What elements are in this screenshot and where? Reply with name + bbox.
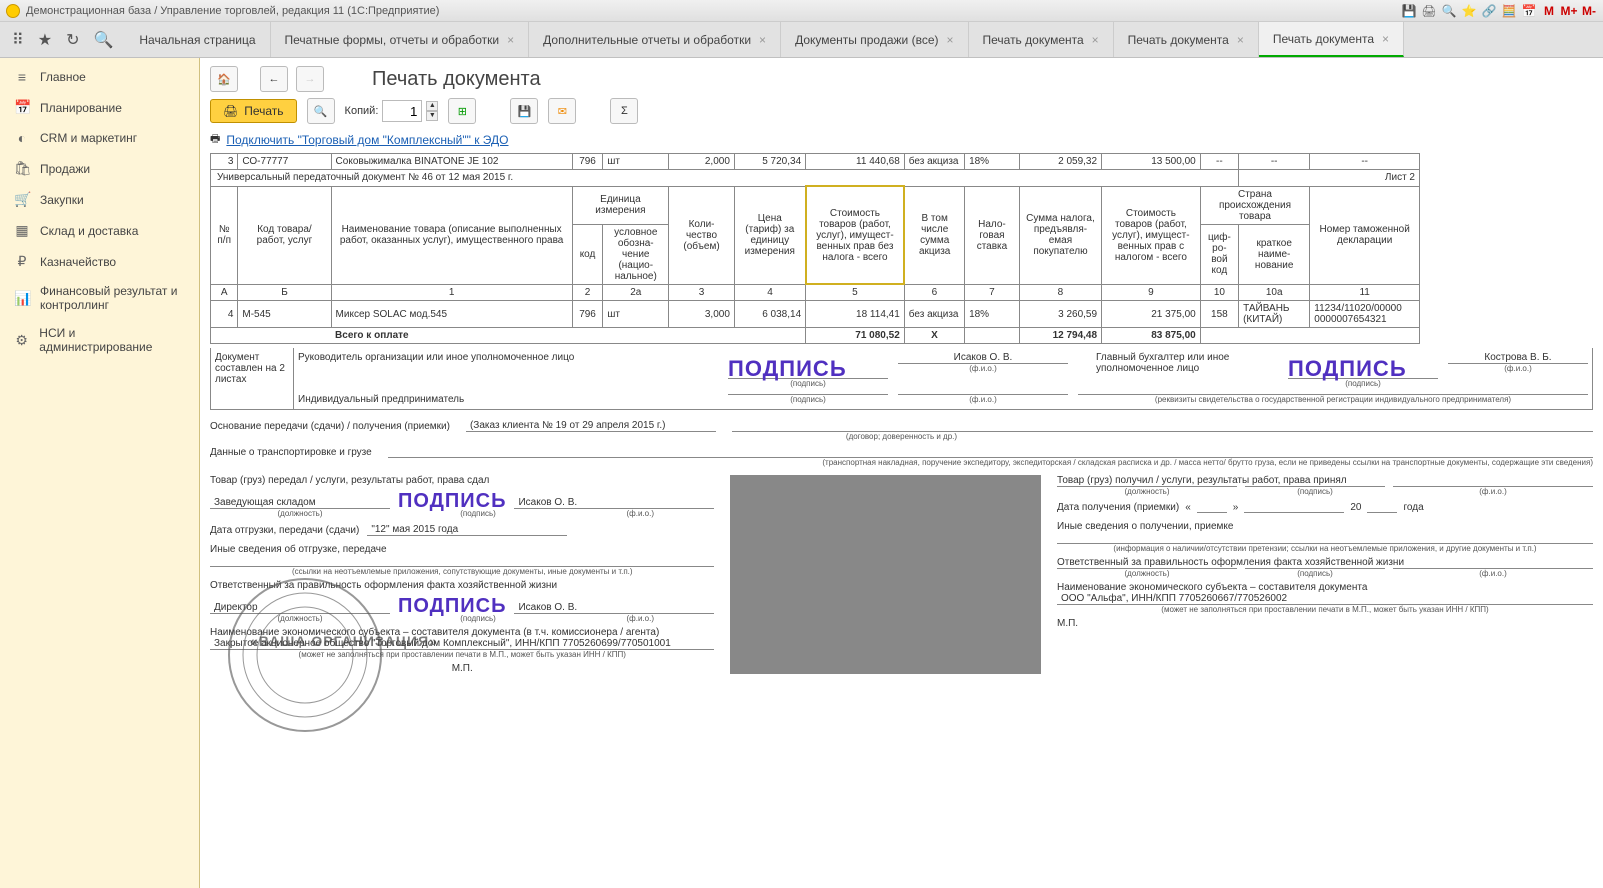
- close-icon[interactable]: ×: [507, 33, 514, 47]
- sidebar-item-admin[interactable]: ⚙НСИ и администрирование: [0, 319, 199, 361]
- m-icon[interactable]: M: [1541, 3, 1557, 19]
- page-title: Печать документа: [372, 68, 541, 91]
- copies-label: Копий:: [345, 105, 379, 117]
- sidebar: ≡Главное 📅Планирование ◐CRM и маркетинг …: [0, 58, 200, 888]
- forward-button[interactable]: →: [296, 66, 324, 92]
- print-quick-icon[interactable]: 🖨: [1421, 3, 1437, 19]
- prev-data-row: 3 СО-77777 Соковыжималка BINATONE JE 102…: [211, 154, 1420, 170]
- title-bar: Демонстрационная база / Управление торго…: [0, 0, 1603, 22]
- chart-icon: 📊: [14, 290, 30, 307]
- edo-link[interactable]: Подключить "Торговый дом "Комплексный"" …: [226, 133, 508, 147]
- title-bar-actions: 💾 🖨 🔍 ⭐ 🔗 🧮 📅 M M+ M-: [1401, 3, 1597, 19]
- sidebar-item-sales[interactable]: 🛍Продажи: [0, 153, 199, 184]
- tab-print-forms[interactable]: Печатные формы, отчеты и обработки×: [271, 22, 530, 57]
- calendar-icon[interactable]: 📅: [1521, 3, 1537, 19]
- history-icon[interactable]: ↻: [66, 30, 79, 50]
- favorites-icon[interactable]: ★: [38, 30, 52, 50]
- sidebar-item-finance[interactable]: 📊Финансовый результат и контроллинг: [0, 277, 199, 319]
- cart-icon: 🛒: [14, 191, 30, 208]
- star-icon[interactable]: ⭐: [1461, 3, 1477, 19]
- sidebar-item-purchases[interactable]: 🛒Закупки: [0, 184, 199, 215]
- tab-additional-reports[interactable]: Дополнительные отчеты и обработки×: [529, 22, 781, 57]
- apps-grid-icon[interactable]: ⠿: [12, 30, 24, 50]
- save-file-button[interactable]: 💾: [510, 98, 538, 124]
- copies-down[interactable]: ▼: [426, 111, 438, 121]
- home-button[interactable]: 🏠: [210, 66, 238, 92]
- total-row: Всего к оплате 71 080,52 Х 12 794,48 83 …: [211, 328, 1420, 344]
- close-icon[interactable]: ×: [759, 33, 766, 47]
- copies-input[interactable]: [382, 100, 422, 122]
- close-icon[interactable]: ×: [1237, 33, 1244, 47]
- search-icon[interactable]: 🔍: [93, 30, 113, 50]
- pie-icon: ◐: [14, 130, 30, 146]
- app-title: Демонстрационная база / Управление торго…: [26, 5, 1401, 17]
- tab-print-doc-3[interactable]: Печать документа×: [1259, 22, 1404, 57]
- sum-button[interactable]: Σ: [610, 98, 638, 124]
- tab-start[interactable]: Начальная страница: [125, 22, 270, 57]
- copies-up[interactable]: ▲: [426, 101, 438, 111]
- tabs-row: ⠿ ★ ↻ 🔍 Начальная страница Печатные форм…: [0, 22, 1603, 58]
- close-icon[interactable]: ×: [1092, 33, 1099, 47]
- calendar-icon: 📅: [14, 99, 30, 116]
- sidebar-item-treasury[interactable]: ₽Казначейство: [0, 246, 199, 277]
- m-minus-icon[interactable]: M-: [1581, 3, 1597, 19]
- sheet-label: Лист 2: [1239, 170, 1420, 187]
- left-signature-block: «ВАША ОРГАНИЗАЦИЯ» Товар (груз) передал …: [210, 475, 714, 674]
- template-button[interactable]: ⊞: [448, 98, 476, 124]
- close-icon[interactable]: ×: [1382, 32, 1389, 46]
- signature-stamp: ПОДПИСЬ: [728, 356, 847, 381]
- content-area: 🏠 ← → Печать документа 🖨 Печать 🔍 Копий:…: [200, 58, 1603, 888]
- sidebar-item-warehouse[interactable]: ▦Склад и доставка: [0, 215, 199, 246]
- document-area: 3 СО-77777 Соковыжималка BINATONE JE 102…: [210, 153, 1593, 674]
- calc-icon[interactable]: 🧮: [1501, 3, 1517, 19]
- menu-icon: ≡: [14, 69, 30, 85]
- doc-composed: Документ составлен на 2 листах: [210, 348, 294, 410]
- sidebar-item-planning[interactable]: 📅Планирование: [0, 92, 199, 123]
- tab-sales-docs[interactable]: Документы продажи (все)×: [781, 22, 968, 57]
- gear-icon: ⚙: [14, 332, 29, 349]
- bag-icon: 🛍: [14, 160, 30, 177]
- preview-icon[interactable]: 🔍: [1441, 3, 1457, 19]
- sidebar-item-crm[interactable]: ◐CRM и маркетинг: [0, 123, 199, 153]
- link-icon[interactable]: 🔗: [1481, 3, 1497, 19]
- doc-header-line: Универсальный передаточный документ № 46…: [211, 170, 1239, 187]
- preview-button[interactable]: 🔍: [307, 98, 335, 124]
- app-logo-icon: [6, 4, 20, 18]
- right-signature-block: Товар (груз) получил / услуги, результат…: [1057, 475, 1593, 674]
- signature-stamp: ПОДПИСЬ: [1288, 356, 1407, 381]
- tab-print-doc-2[interactable]: Печать документа×: [1114, 22, 1259, 57]
- m-plus-icon[interactable]: M+: [1561, 3, 1577, 19]
- grid-icon: ▦: [14, 222, 30, 239]
- save-icon[interactable]: 💾: [1401, 3, 1417, 19]
- back-button[interactable]: ←: [260, 66, 288, 92]
- ruble-icon: ₽: [14, 253, 30, 270]
- print-button[interactable]: 🖨 Печать: [210, 99, 297, 123]
- edo-icon: 🖶: [210, 130, 220, 149]
- tab-print-doc-1[interactable]: Печать документа×: [969, 22, 1114, 57]
- sidebar-item-main[interactable]: ≡Главное: [0, 62, 199, 92]
- data-row: 4 М-545 Миксер SOLAC мод.545 796 шт 3,00…: [211, 301, 1420, 328]
- close-icon[interactable]: ×: [946, 33, 953, 47]
- email-button[interactable]: ✉: [548, 98, 576, 124]
